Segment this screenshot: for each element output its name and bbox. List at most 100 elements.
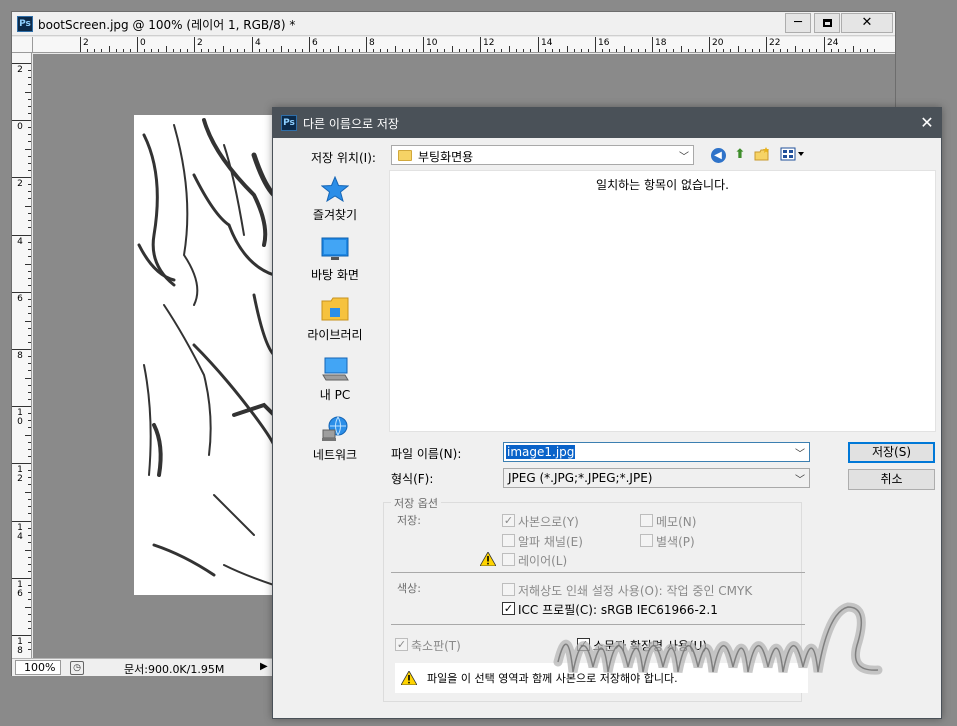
place-this-pc[interactable]: 내 PC	[281, 352, 389, 410]
ruler-minor-tick	[28, 385, 31, 386]
ruler-tick	[12, 177, 31, 178]
ruler-minor-tick	[28, 156, 31, 157]
ruler-label: 10	[426, 38, 438, 48]
minimize-button[interactable]: ─	[785, 13, 811, 33]
horizontal-ruler[interactable]: 2 0 2 4 6 8 10 12 14 16 18 20 22 24	[12, 37, 895, 53]
filename-input[interactable]: image1.jpg ﹀	[503, 442, 810, 462]
icc-profile-checkbox[interactable]: ✓	[502, 602, 515, 615]
ruler-minor-tick	[28, 113, 31, 114]
vertical-ruler[interactable]: 2 0 2 4 6 8 1 0 1 2 1 4 1 6 1 8	[12, 53, 32, 658]
ruler-minor-tick	[567, 46, 568, 52]
empty-list-message: 일치하는 항목이 없습니다.	[596, 178, 729, 192]
ruler-tick	[252, 37, 253, 52]
status-menu-arrow-icon[interactable]: ▶	[260, 661, 268, 672]
ruler-label: 18	[655, 38, 667, 48]
ruler-minor-tick	[28, 585, 31, 586]
place-favorites[interactable]: 즐겨찾기	[281, 172, 389, 230]
back-button[interactable]: ◀	[709, 146, 727, 164]
computer-icon	[322, 357, 349, 381]
view-menu-button[interactable]	[779, 146, 807, 164]
ruler-minor-tick	[373, 49, 374, 52]
ruler-minor-tick	[473, 49, 474, 52]
place-label: 내 PC	[319, 388, 351, 402]
chevron-down-icon[interactable]: ﹀	[795, 445, 805, 460]
ruler-minor-tick	[28, 513, 31, 514]
ruler-tick	[652, 37, 653, 52]
place-desktop[interactable]: 바탕 화면	[281, 232, 389, 290]
spot-colors-checkbox	[640, 534, 653, 547]
up-folder-button[interactable]: ⬆	[731, 146, 749, 164]
ruler-minor-tick	[123, 49, 124, 52]
ruler-minor-tick	[25, 92, 31, 93]
format-dropdown[interactable]: JPEG (*.JPG;*.JPEG;*.JPE) ﹀	[503, 468, 810, 488]
ruler-minor-tick	[28, 84, 31, 85]
ruler-tick	[538, 37, 539, 52]
place-label: 네트워크	[312, 448, 358, 462]
ruler-tick	[12, 635, 31, 636]
ruler-minor-tick	[602, 49, 603, 52]
save-location-dropdown[interactable]: 부팅화면용 ﹀	[391, 145, 694, 165]
ruler-label: 0	[17, 122, 23, 132]
ruler-minor-tick	[28, 198, 31, 199]
ruler-minor-tick	[28, 342, 31, 343]
ruler-minor-tick	[787, 49, 788, 52]
ruler-minor-tick	[745, 49, 746, 52]
new-folder-button[interactable]	[753, 146, 771, 164]
ruler-minor-tick	[487, 49, 488, 52]
ruler-tick	[12, 120, 31, 121]
document-titlebar[interactable]: Ps bootScreen.jpg @ 100% (레이어 1, RGB/8) …	[12, 12, 895, 36]
dialog-titlebar[interactable]: Ps 다른 이름으로 저장 ✕	[273, 108, 941, 138]
desktop-icon	[321, 237, 349, 260]
as-copy-checkbox: ✓	[502, 514, 515, 527]
ruler-minor-tick	[230, 49, 231, 52]
status-info-icon[interactable]: ◷	[70, 661, 84, 675]
dialog-title: 다른 이름으로 저장	[303, 117, 399, 131]
ruler-minor-tick	[759, 49, 760, 52]
ruler-tick	[766, 37, 767, 52]
alpha-channels-checkbox	[502, 534, 515, 547]
ruler-minor-tick	[28, 163, 31, 164]
ruler-minor-tick	[215, 49, 216, 52]
ruler-label: 1 8	[17, 637, 23, 656]
ruler-minor-tick	[816, 49, 817, 52]
ruler-minor-tick	[302, 49, 303, 52]
folder-icon	[398, 150, 412, 161]
ruler-minor-tick	[25, 149, 31, 150]
ruler-minor-tick	[28, 106, 31, 107]
ruler-minor-tick	[28, 392, 31, 393]
place-libraries[interactable]: 라이브러리	[281, 292, 389, 350]
warning-icon	[480, 552, 496, 566]
ruler-minor-tick	[459, 49, 460, 52]
ruler-origin[interactable]	[12, 37, 33, 53]
dialog-close-button[interactable]: ✕	[917, 113, 937, 133]
place-network[interactable]: 네트워크	[281, 412, 389, 470]
ruler-label: 1 6	[17, 580, 23, 599]
close-button[interactable]: ✕	[841, 13, 893, 33]
ruler-minor-tick	[28, 599, 31, 600]
ruler-minor-tick	[330, 49, 331, 52]
file-list[interactable]: 일치하는 항목이 없습니다.	[389, 170, 936, 432]
ruler-minor-tick	[28, 621, 31, 622]
notes-label: 메모(N)	[656, 515, 697, 529]
ruler-minor-tick	[28, 220, 31, 221]
ruler-minor-tick	[28, 278, 31, 279]
place-label: 라이브러리	[307, 328, 363, 342]
sketch-drawing	[137, 118, 274, 586]
maximize-button[interactable]	[814, 13, 840, 33]
ruler-minor-tick	[845, 49, 846, 52]
ruler-minor-tick	[437, 49, 438, 52]
zoom-field[interactable]: 100%	[15, 660, 61, 675]
ruler-minor-tick	[809, 49, 810, 52]
document-title: bootScreen.jpg @ 100% (레이어 1, RGB/8) *	[38, 18, 296, 32]
ruler-tick	[12, 578, 31, 579]
save-button[interactable]: 저장(S)	[848, 442, 935, 463]
ruler-minor-tick	[874, 49, 875, 52]
ruler-minor-tick	[116, 49, 117, 52]
ruler-label: 2	[17, 179, 23, 189]
ruler-tick	[595, 37, 596, 52]
cancel-button[interactable]: 취소	[848, 469, 935, 490]
ruler-tick	[423, 37, 424, 52]
ruler-minor-tick	[28, 335, 31, 336]
options-separator	[391, 572, 805, 573]
network-icon	[322, 416, 348, 441]
